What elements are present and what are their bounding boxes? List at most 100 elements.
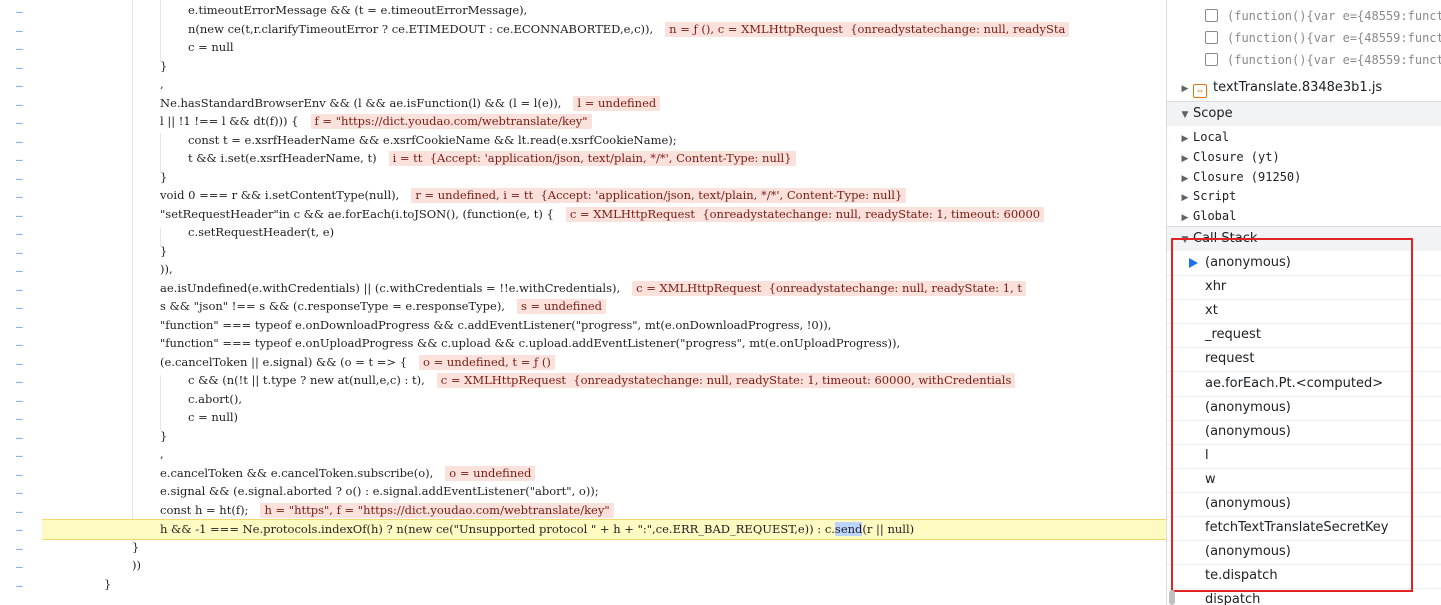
gutter-mark[interactable]: – [16, 503, 24, 521]
execution-point-highlight[interactable]: send [834, 522, 863, 536]
indent-guide [160, 0, 161, 62]
gutter-mark[interactable]: – [16, 77, 24, 95]
inline-variable-value[interactable]: h = "https", f = "https://dict.youdao.co… [260, 502, 614, 518]
gutter-mark[interactable]: – [16, 170, 24, 188]
gutter-mark[interactable]: – [16, 151, 24, 169]
inline-variable-value[interactable]: c = XMLHttpRequest {onreadystatechange: … [632, 280, 1027, 296]
gutter-mark[interactable]: – [16, 318, 24, 336]
gutter-mark[interactable]: – [16, 299, 24, 317]
scope-item[interactable]: ▶ Script [1167, 186, 1237, 206]
inline-variable-value[interactable]: c = XMLHttpRequest {onreadystatechange: … [565, 206, 1045, 222]
call-stack-frame[interactable]: te.dispatch [1167, 564, 1441, 590]
call-stack-section-header[interactable]: ▼ Call Stack [1167, 226, 1441, 251]
call-stack-frame-label: w [1205, 471, 1216, 487]
gutter-mark[interactable]: – [16, 3, 24, 21]
call-stack-frame-label: (anonymous) [1205, 496, 1291, 511]
gutter-mark[interactable]: – [16, 225, 24, 243]
code-text: , [160, 447, 164, 461]
call-stack-frame[interactable]: (anonymous) [1167, 396, 1441, 421]
call-stack-frame[interactable]: xt [1167, 299, 1441, 325]
call-stack-frame[interactable]: xhr [1167, 275, 1441, 301]
sidebar-scrollbar[interactable] [1169, 590, 1175, 605]
gutter-mark[interactable]: – [16, 336, 24, 354]
inline-variable-value[interactable]: f = "https://dict.youdao.com/webtranslat… [310, 114, 592, 129]
code-line: (e.cancelToken || e.signal) && (o = t =>… [160, 353, 555, 372]
call-stack-frame[interactable]: fetchTextTranslateSecretKey [1167, 516, 1441, 542]
breakpoint-checkbox[interactable] [1205, 31, 1218, 44]
gutter-mark[interactable]: – [16, 484, 24, 502]
gutter-mark[interactable]: – [16, 188, 24, 206]
call-stack-frame[interactable]: ae.forEach.Pt.<computed> [1167, 372, 1441, 397]
code-line: c = null [188, 38, 234, 57]
gutter-mark[interactable]: – [16, 244, 24, 262]
gutter-mark[interactable]: – [16, 22, 24, 40]
code-text: h && -1 === Ne.protocols.indexOf(h) ? n(… [160, 522, 835, 536]
breakpoint-item[interactable]: (function(){var e={48559:functio [1205, 27, 1441, 49]
gutter-mark[interactable]: – [16, 447, 24, 465]
gutter-mark[interactable]: – [16, 281, 24, 299]
scope-section-header[interactable]: ▼ Scope [1167, 101, 1441, 126]
code-text: (r || null) [862, 522, 915, 536]
code-line: )), [160, 260, 173, 279]
gutter-mark[interactable]: – [16, 40, 24, 58]
scope-item[interactable]: ▶ Global [1167, 206, 1237, 226]
gutter-mark[interactable]: – [16, 410, 24, 428]
gutter-mark[interactable]: – [16, 429, 24, 447]
gutter-mark[interactable]: – [16, 521, 24, 539]
inline-variable-value[interactable]: i = tt {Accept: 'application/json, text/… [388, 151, 796, 166]
code-text: c = null [188, 40, 234, 54]
paused-code-line: h && -1 === Ne.protocols.indexOf(h) ? n(… [42, 519, 1166, 540]
gutter-mark[interactable]: – [16, 114, 24, 132]
collapse-triangle-icon[interactable]: ▼ [1177, 228, 1193, 252]
gutter-mark[interactable]: – [16, 133, 24, 151]
code-text: s && "json" !== s && (c.responseType = e… [160, 299, 505, 313]
scope-item[interactable]: ▶ Closure (91250) [1167, 167, 1302, 187]
call-stack-frame[interactable]: request [1167, 347, 1441, 373]
scope-item-label: Script [1193, 189, 1237, 204]
scope-item[interactable]: ▶ Local [1167, 127, 1230, 147]
gutter-mark[interactable]: – [16, 466, 24, 484]
scope-item[interactable]: ▶ Closure (yt) [1167, 147, 1280, 167]
script-file-row[interactable]: ▶ ‹› textTranslate.8348e3b1.js [1167, 78, 1441, 98]
call-stack-frame[interactable]: w [1167, 468, 1441, 493]
call-stack-frame[interactable]: (anonymous) [1167, 420, 1441, 445]
call-stack-frame-label: (anonymous) [1205, 423, 1291, 439]
gutter-mark[interactable]: – [16, 355, 24, 373]
inline-variable-value[interactable]: o = undefined, t = ƒ () [419, 354, 555, 370]
call-stack-frame-label: ae.forEach.Pt.<computed> [1205, 375, 1384, 391]
call-stack-frame[interactable]: l [1167, 444, 1441, 469]
call-stack-frame[interactable]: (anonymous) [1167, 492, 1441, 517]
collapse-triangle-icon[interactable]: ▼ [1177, 103, 1193, 127]
code-line: const h = ht(f); h = "https", f = "https:… [160, 501, 614, 520]
call-stack-frame[interactable]: dispatch [1167, 588, 1441, 605]
gutter-mark[interactable]: – [16, 59, 24, 77]
gutter-mark[interactable]: – [16, 540, 24, 558]
code-line: l || !1 !== l && dt(f))) {f = "https://d… [160, 112, 592, 131]
inline-variable-value[interactable]: n = ƒ (), c = XMLHttpRequest {onreadysta… [665, 21, 1070, 37]
code-text: "setRequestHeader"in c && ae.forEach(i.t… [160, 206, 554, 221]
inline-variable-value[interactable]: c = XMLHttpRequest {onreadystatechange: … [436, 373, 1016, 388]
breakpoint-item[interactable]: (function(){var e={48559:functio [1205, 49, 1441, 71]
gutter-mark[interactable]: – [16, 577, 24, 595]
gutter-mark[interactable]: – [16, 262, 24, 280]
call-stack-frame[interactable]: (anonymous) [1167, 251, 1441, 276]
breakpoint-checkbox[interactable] [1205, 9, 1218, 22]
expand-triangle-icon[interactable]: ▶ [1177, 79, 1193, 99]
gutter-mark[interactable]: – [16, 373, 24, 391]
inline-variable-value[interactable]: o = undefined [445, 465, 536, 481]
inline-variable-value[interactable]: s = undefined [516, 299, 607, 314]
breakpoint-item[interactable]: (function(){var e={48559:functio [1205, 5, 1441, 27]
code-text: , [160, 77, 164, 91]
scope-item-label: Closure (yt) [1193, 149, 1280, 164]
inline-variable-value[interactable]: l = undefined [573, 95, 661, 111]
call-stack-frame[interactable]: _request [1167, 323, 1441, 349]
source-code-editor[interactable]: – – – – – – – – – – – – – – – – – – – – – – – – – – – – – – – – e.timeo… [0, 0, 1166, 605]
gutter-mark[interactable]: – [16, 96, 24, 114]
call-stack-frame[interactable]: (anonymous) [1167, 540, 1441, 566]
code-text: (e.cancelToken || e.signal) && (o = t =>… [160, 354, 408, 369]
breakpoint-checkbox[interactable] [1205, 53, 1218, 66]
gutter-mark[interactable]: – [16, 207, 24, 225]
gutter-mark[interactable]: – [16, 392, 24, 410]
gutter-mark[interactable]: – [16, 558, 24, 576]
inline-variable-value[interactable]: r = undefined, i = tt {Accept: 'applicat… [411, 188, 907, 203]
